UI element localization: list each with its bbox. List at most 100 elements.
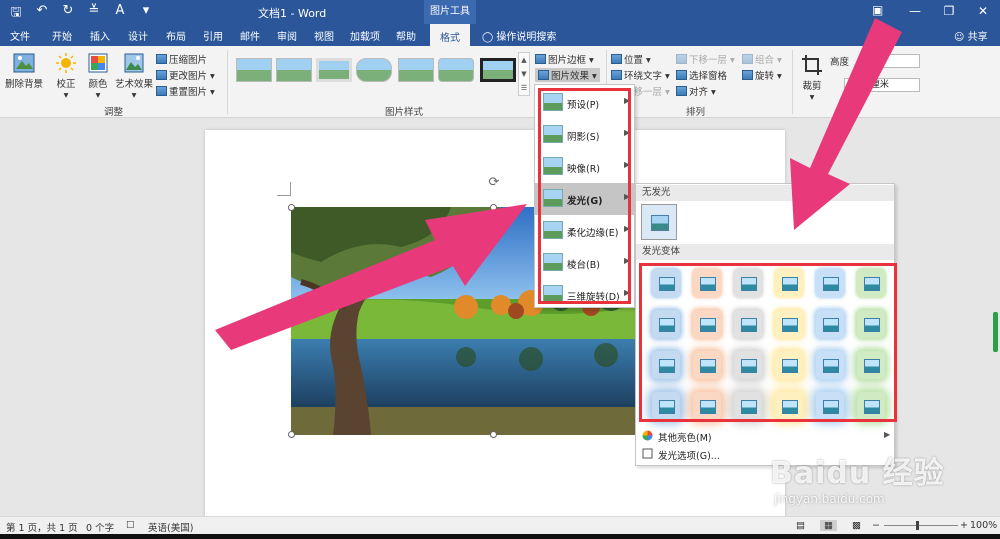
vertical-scrollbar-thumb[interactable]: [993, 312, 998, 352]
group-label-picture-styles: 图片样式: [385, 107, 424, 118]
close-icon[interactable]: ✕: [966, 0, 1000, 24]
group-objects-button[interactable]: 组合 ▾: [742, 52, 782, 66]
group-divider: [227, 50, 228, 114]
tab-file[interactable]: 文件: [10, 28, 30, 43]
watermark-sub: jingyan.baidu.com: [774, 492, 885, 506]
rotate-button[interactable]: 旋转 ▾: [742, 68, 782, 82]
reset-picture-button[interactable]: 重置图片 ▾: [156, 84, 215, 98]
color-button[interactable]: 颜色 ▾: [84, 52, 112, 101]
web-layout-icon[interactable]: ▩: [852, 520, 861, 531]
zoom-level[interactable]: 100%: [970, 520, 997, 531]
read-mode-icon[interactable]: ▤: [796, 520, 805, 531]
undo-icon[interactable]: ↶: [34, 3, 50, 25]
glow-options-label: 发光选项(G)...: [658, 451, 720, 462]
save-icon[interactable]: 🖫: [8, 3, 24, 25]
no-glow-option[interactable]: [641, 204, 677, 240]
change-picture-label: 更改图片: [169, 71, 208, 82]
redo-icon[interactable]: ↻: [60, 3, 76, 25]
zoom-out-icon[interactable]: −: [872, 520, 880, 531]
share-button[interactable]: ☺ 共享: [954, 28, 988, 43]
picture-style-thumb[interactable]: [236, 58, 272, 82]
position-button[interactable]: 位置 ▾: [611, 52, 651, 66]
tab-view[interactable]: 视图: [314, 28, 334, 43]
zoom-slider-thumb[interactable]: [916, 521, 919, 530]
picture-effects-button[interactable]: 图片效果 ▾: [535, 68, 600, 82]
send-backward-label: 下移一层: [689, 55, 728, 66]
change-picture-button[interactable]: 更改图片 ▾: [156, 68, 215, 82]
remove-background-label: 删除背景: [4, 79, 43, 90]
wrap-text-label: 环绕文字: [624, 71, 663, 82]
remove-background-icon: [13, 53, 35, 73]
artistic-effects-button[interactable]: 艺术效果 ▾: [114, 52, 154, 101]
picture-style-thumb[interactable]: [276, 58, 312, 82]
compress-pictures-button[interactable]: 压缩图片: [156, 52, 207, 66]
tab-format[interactable]: 格式: [430, 24, 470, 46]
tab-insert[interactable]: 插入: [90, 28, 110, 43]
tab-design[interactable]: 设计: [128, 28, 148, 43]
picture-border-button[interactable]: 图片边框 ▾: [535, 52, 594, 66]
picture-style-thumb[interactable]: [480, 58, 516, 82]
tell-me-label: 操作说明搜索: [496, 32, 557, 43]
picture-effects-icon: [538, 70, 549, 80]
group-objects-label: 组合: [755, 55, 775, 66]
rotate-label: 旋转: [755, 71, 775, 82]
highlight-box-glow-variants: [639, 263, 897, 422]
watermark-main: Baidu 经验: [770, 456, 945, 491]
tab-addins[interactable]: 加载项: [350, 28, 380, 43]
more-glow-colors-item[interactable]: 其他亮色(M) ▶: [636, 428, 894, 444]
corrections-button[interactable]: 校正 ▾: [52, 52, 80, 101]
tab-mailings[interactable]: 邮件: [240, 28, 260, 43]
resize-handle[interactable]: [288, 431, 295, 438]
wrap-text-button[interactable]: 环绕文字 ▾: [611, 68, 670, 82]
pointer-arrow-to-variants: [790, 18, 902, 230]
tab-help[interactable]: 帮助: [396, 28, 416, 43]
tell-me-box[interactable]: ◯ 操作说明搜索: [482, 28, 556, 43]
chevron-right-icon: ▶: [884, 430, 891, 439]
customize-qat-icon[interactable]: ▾: [138, 3, 154, 25]
align-button[interactable]: 对齐 ▾: [676, 84, 716, 98]
language[interactable]: 英语(美国): [148, 520, 193, 534]
tab-home[interactable]: 开始: [52, 28, 72, 43]
tab-layout[interactable]: 布局: [166, 28, 186, 43]
group-label-arrange: 排列: [686, 107, 706, 118]
highlight-box-menu: [538, 88, 631, 304]
font-color-icon[interactable]: A: [112, 3, 128, 25]
compress-icon: [156, 54, 167, 64]
pointer-arrow-to-glow-menu: [215, 204, 527, 350]
tab-review[interactable]: 审阅: [277, 28, 297, 43]
selection-pane-label: 选择窗格: [689, 71, 728, 82]
proofing-icon[interactable]: ☐: [126, 520, 135, 531]
zoom-slider[interactable]: [884, 525, 958, 526]
word-count[interactable]: 0 个字: [86, 520, 114, 534]
print-layout-icon[interactable]: ▦: [820, 520, 837, 531]
send-backward-button[interactable]: 下移一层 ▾: [676, 52, 735, 66]
share-label: 共享: [967, 32, 988, 43]
picture-style-thumb[interactable]: [438, 58, 474, 82]
rotate-icon: [742, 70, 753, 80]
wrap-text-icon: [611, 70, 622, 80]
page-count[interactable]: 第 1 页，共 1 页: [6, 520, 78, 534]
more-glow-colors-label: 其他亮色(M): [658, 433, 712, 444]
restore-icon[interactable]: ❐: [932, 0, 966, 24]
color-palette-icon: [88, 53, 108, 73]
taskbar-edge: [0, 534, 1000, 539]
compress-label: 压缩图片: [169, 55, 208, 66]
format-painter-icon[interactable]: ≚: [86, 3, 102, 25]
glow-variants-header: 发光变体: [636, 244, 894, 260]
position-icon: [611, 54, 622, 64]
picture-style-thumb[interactable]: [356, 58, 392, 82]
reset-picture-icon: [156, 86, 167, 96]
picture-style-thumb[interactable]: [316, 58, 352, 82]
selection-pane-button[interactable]: 选择窗格: [676, 68, 727, 82]
rotate-handle-icon[interactable]: ⟳: [487, 176, 501, 190]
document-title: 文档1 - Word: [258, 7, 327, 20]
ribbon-display-options-icon[interactable]: ▣: [872, 3, 883, 17]
gallery-scroll[interactable]: ▲ ▼ ☰: [518, 52, 530, 96]
picture-style-thumb[interactable]: [398, 58, 434, 82]
zoom-in-icon[interactable]: +: [960, 520, 968, 531]
tab-references[interactable]: 引用: [203, 28, 223, 43]
resize-handle[interactable]: [490, 431, 497, 438]
remove-background-button[interactable]: 删除背景: [4, 52, 44, 90]
artistic-effects-label: 艺术效果: [114, 79, 153, 90]
picture-styles-gallery: [232, 52, 516, 98]
